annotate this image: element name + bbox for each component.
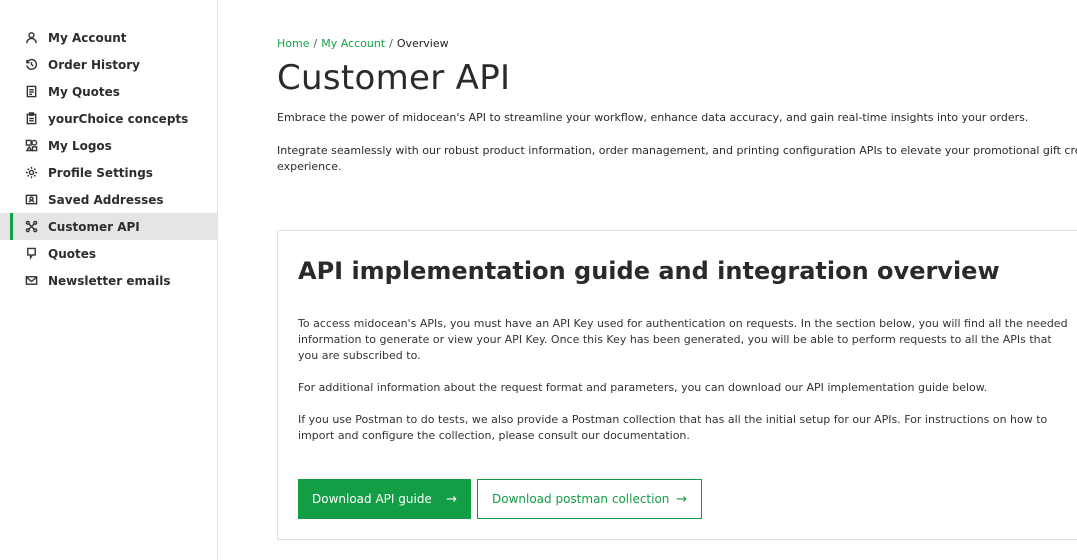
sidebar-item-customer-api[interactable]: Customer API <box>0 213 217 240</box>
account-sidebar: My Account Order History My Quotes yourC… <box>0 0 218 560</box>
download-postman-label: Download postman collection <box>492 492 670 506</box>
quote-icon <box>24 247 38 261</box>
sidebar-item-quotes[interactable]: Quotes <box>0 240 217 267</box>
card-title: API implementation guide and integration… <box>298 257 1000 285</box>
sidebar-item-label: Newsletter emails <box>48 273 171 288</box>
download-api-guide-label: Download API guide <box>312 492 432 506</box>
envelope-icon <box>24 274 38 288</box>
sidebar-item-label: yourChoice concepts <box>48 111 189 126</box>
gear-icon <box>24 166 38 180</box>
arrow-right-icon: → <box>676 491 687 507</box>
document-icon <box>24 85 38 99</box>
api-key-description: To access midocean's APIs, you must have… <box>298 317 1068 362</box>
sidebar-item-label: My Logos <box>48 138 112 153</box>
address-card-icon <box>24 193 38 207</box>
breadcrumb-current: Overview <box>396 37 449 50</box>
sidebar-item-label: Order History <box>48 57 140 72</box>
download-postman-collection-button[interactable]: Download postman collection → <box>477 479 702 519</box>
account-page: My Account Order History My Quotes yourC… <box>0 0 1077 560</box>
user-icon <box>24 31 38 45</box>
sidebar-item-label: Saved Addresses <box>48 192 164 207</box>
clipboard-icon <box>24 112 38 126</box>
sidebar-item-my-quotes[interactable]: My Quotes <box>0 78 217 105</box>
sidebar-item-newsletter-emails[interactable]: Newsletter emails <box>0 267 217 294</box>
api-guide-card: API implementation guide and integration… <box>277 230 1077 540</box>
sidebar-item-label: My Quotes <box>48 84 120 99</box>
postman-description: If you use Postman to do tests, we also … <box>298 413 1048 442</box>
page-title: Customer API <box>277 58 511 98</box>
arrow-right-icon: → <box>446 491 457 507</box>
download-api-guide-button[interactable]: Download API guide → <box>298 479 471 519</box>
logos-icon <box>24 139 38 153</box>
breadcrumb: Home / My Account / Overview <box>277 37 449 50</box>
guide-description: For additional information about the req… <box>298 381 988 394</box>
integrate-text: Integrate seamlessly with our robust pro… <box>277 144 1077 157</box>
breadcrumb-home-link[interactable]: Home <box>277 37 309 50</box>
sidebar-item-label: My Account <box>48 30 127 45</box>
sidebar-item-yourchoice-concepts[interactable]: yourChoice concepts <box>0 105 217 132</box>
sidebar-item-label: Profile Settings <box>48 165 153 180</box>
breadcrumb-separator: / <box>313 37 318 50</box>
sidebar-item-label: Customer API <box>48 219 140 234</box>
intro-text: Embrace the power of midocean's API to s… <box>277 111 1029 124</box>
breadcrumb-separator: / <box>389 37 393 50</box>
main-content: Home / My Account / Overview Customer API Em… <box>277 0 1077 560</box>
sidebar-item-profile-settings[interactable]: Profile Settings <box>0 159 217 186</box>
integrate-text-continued: experience. <box>277 160 342 173</box>
api-icon <box>24 220 38 234</box>
sidebar-item-my-logos[interactable]: My Logos <box>0 132 217 159</box>
sidebar-item-saved-addresses[interactable]: Saved Addresses <box>0 186 217 213</box>
sidebar-item-order-history[interactable]: Order History <box>0 51 217 78</box>
sidebar-item-my-account[interactable]: My Account <box>0 24 217 51</box>
breadcrumb-account-link[interactable]: My Account <box>321 37 385 50</box>
sidebar-item-label: Quotes <box>48 246 97 261</box>
history-icon <box>24 58 38 72</box>
